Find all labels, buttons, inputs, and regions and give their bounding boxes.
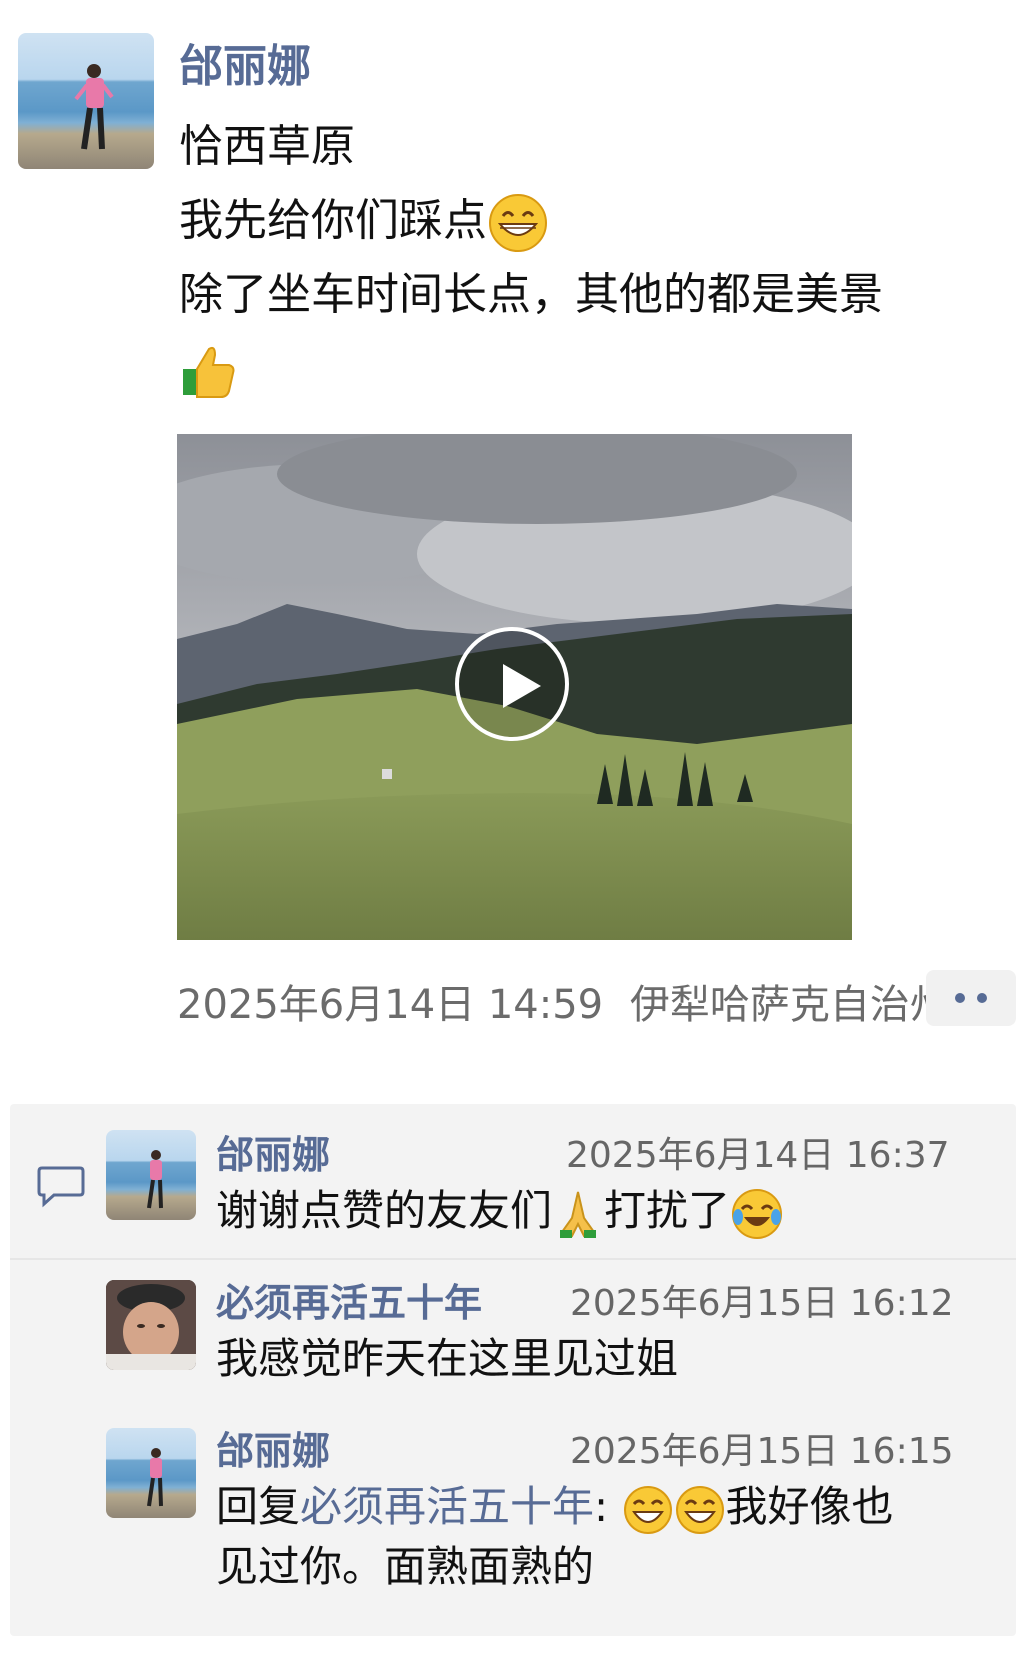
post-author-avatar[interactable] bbox=[18, 33, 154, 169]
video-thumbnail[interactable] bbox=[177, 434, 852, 940]
dot-icon bbox=[977, 993, 987, 1003]
praying-hands-emoji-icon bbox=[560, 1191, 597, 1238]
post-text: 恰西草原 我先给你们踩点 除了坐车时间长点，其他的都是美景 bbox=[179, 110, 999, 406]
comment-time: 2025年6月15日 16:15 bbox=[570, 1431, 954, 1472]
comments-panel: 邰丽娜 2025年6月14日 16:37 谢谢点赞的友友们 打扰了 必须再活五十… bbox=[10, 1104, 1016, 1636]
comment-text-line-2: 见过你。面熟面熟的 bbox=[216, 1542, 595, 1591]
comment-author[interactable]: 邰丽娜 bbox=[216, 1420, 330, 1475]
post-line-3: 除了坐车时间长点，其他的都是美景 bbox=[179, 269, 883, 320]
comment-avatar[interactable] bbox=[106, 1280, 196, 1370]
reply-target-name[interactable]: 必须再活五十年 bbox=[300, 1482, 594, 1531]
comment-time: 2025年6月15日 16:12 bbox=[570, 1283, 954, 1324]
post-line-2: 我先给你们踩点 bbox=[179, 184, 999, 258]
person-figure bbox=[147, 1448, 163, 1507]
person-figure bbox=[74, 64, 114, 150]
laughing-emoji-icon bbox=[675, 1485, 724, 1534]
post-timestamp: 2025年6月14日 14:59 bbox=[177, 982, 604, 1028]
comment-icon bbox=[37, 1166, 85, 1208]
post-author-name[interactable]: 邰丽娜 bbox=[179, 30, 311, 94]
person-figure bbox=[147, 1150, 163, 1209]
comment-divider bbox=[10, 1258, 1016, 1260]
post-location[interactable]: 伊犁哈萨克自治州 bbox=[630, 982, 927, 1028]
comment-text: 我感觉昨天在这里见过姐 bbox=[216, 1334, 679, 1383]
thumbs-up-icon bbox=[183, 346, 235, 398]
comment-avatar[interactable] bbox=[106, 1428, 196, 1518]
comment-avatar[interactable] bbox=[106, 1130, 196, 1220]
comment-text: 谢谢点赞的友友们 打扰了 bbox=[216, 1182, 784, 1241]
dot-icon bbox=[955, 993, 965, 1003]
man-face-avatar bbox=[106, 1280, 196, 1370]
comment-author[interactable]: 邰丽娜 bbox=[216, 1124, 330, 1179]
comment-author[interactable]: 必须再活五十年 bbox=[216, 1272, 482, 1327]
post-line-1: 恰西草原 bbox=[179, 121, 355, 172]
play-button[interactable] bbox=[455, 627, 569, 741]
post-line-4 bbox=[179, 332, 999, 406]
laughing-emoji-icon bbox=[623, 1485, 672, 1534]
grin-emoji-icon bbox=[489, 194, 547, 252]
comment-text: 回复必须再活五十年: 我好像也 bbox=[216, 1478, 894, 1536]
more-options-button[interactable] bbox=[926, 970, 1016, 1026]
tears-of-joy-emoji-icon bbox=[732, 1188, 783, 1239]
comment-time: 2025年6月14日 16:37 bbox=[566, 1135, 950, 1176]
post-meta: 2025年6月14日 14:59 伊犁哈萨克自治州 bbox=[177, 972, 927, 1030]
